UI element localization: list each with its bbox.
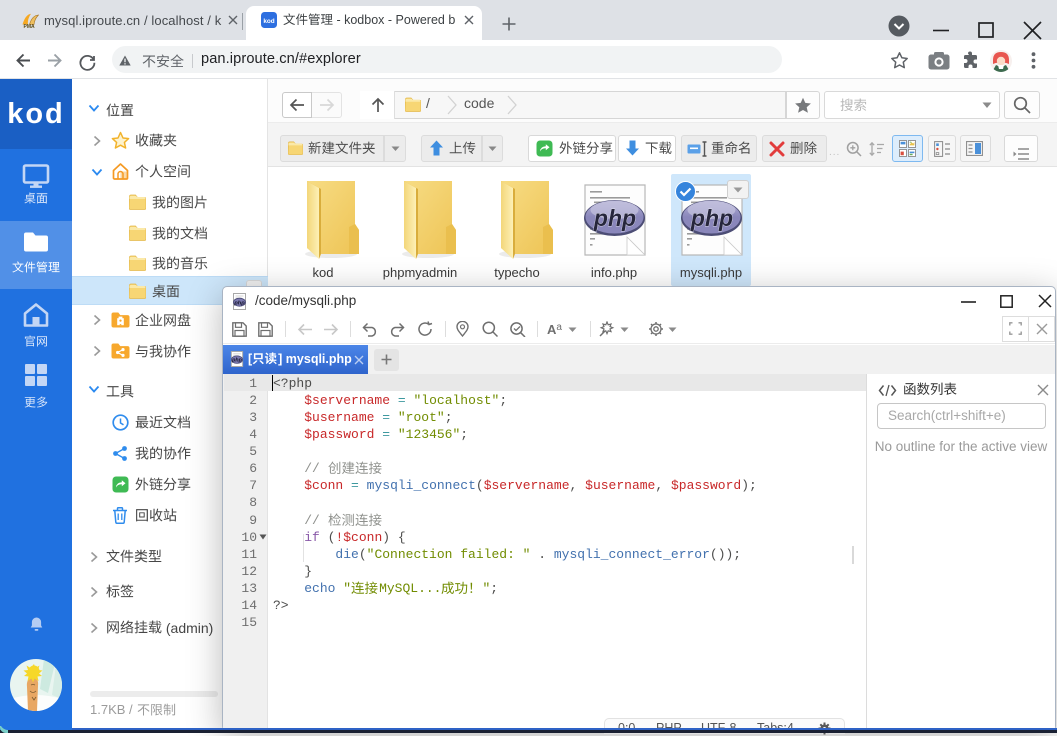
svg-text:php: php bbox=[593, 205, 636, 231]
svg-text:php: php bbox=[233, 300, 245, 306]
svg-text:php: php bbox=[690, 205, 733, 231]
svg-text:kod: kod bbox=[263, 18, 274, 25]
svg-text:php: php bbox=[231, 358, 242, 364]
svg-text:PMA: PMA bbox=[24, 24, 36, 28]
